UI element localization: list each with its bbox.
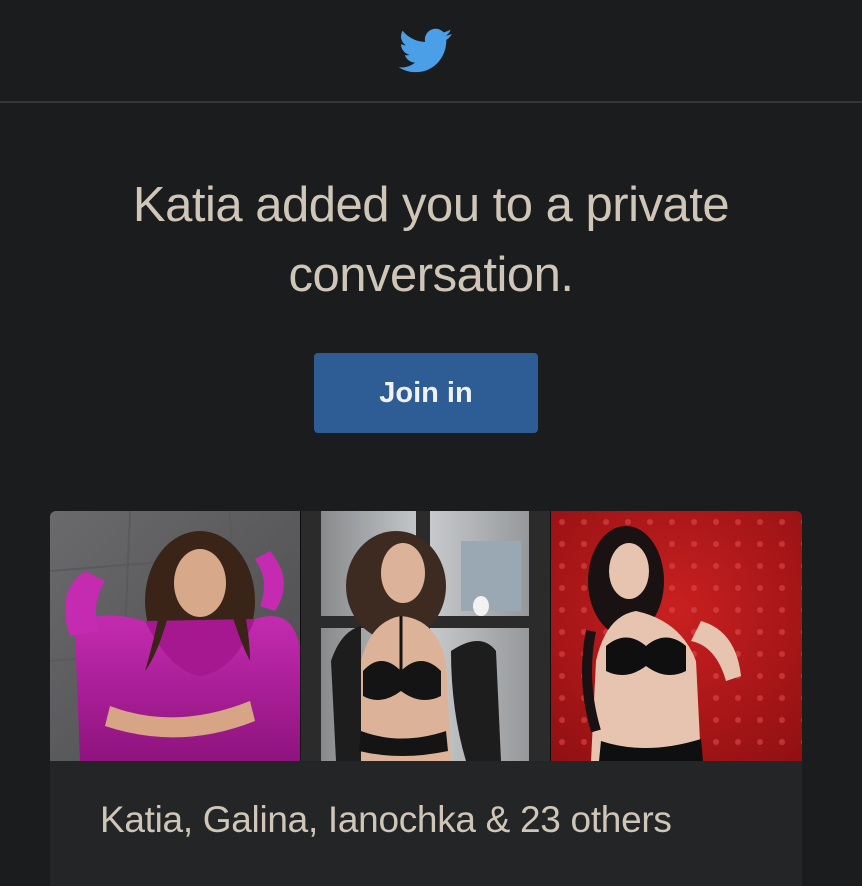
participant-photos[interactable]: [50, 511, 802, 761]
participant-names: Katia, Galina, Ianochka & 23 others: [100, 799, 672, 840]
email-page: Katia added you to a private conversatio…: [0, 0, 862, 886]
participant-photo-3[interactable]: [551, 511, 802, 761]
participant-photo-2[interactable]: [300, 511, 551, 761]
participant-photo-1[interactable]: [50, 511, 300, 761]
twitter-bird-icon: [399, 28, 453, 73]
join-in-button[interactable]: Join in: [314, 353, 538, 433]
conversation-card[interactable]: Katia, Galina, Ianochka & 23 others: [50, 511, 802, 886]
headline: Katia added you to a private conversatio…: [132, 178, 730, 302]
header: [0, 0, 862, 103]
